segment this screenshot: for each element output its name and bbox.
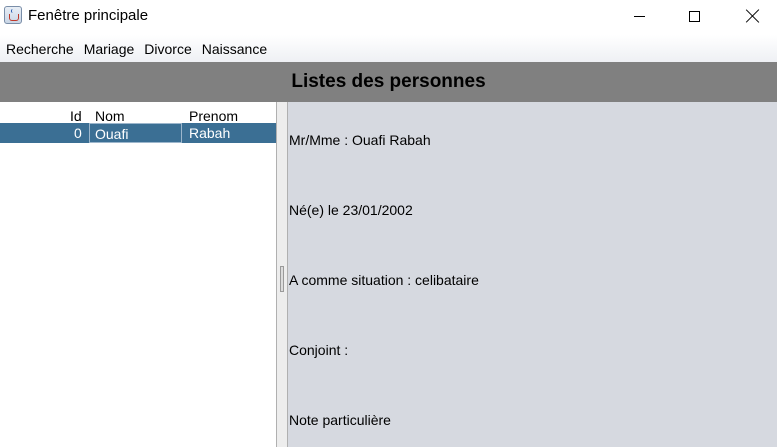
window-title: Fenêtre principale <box>28 7 149 24</box>
menu-divorce[interactable]: Divorce <box>139 36 196 62</box>
cell-prenom[interactable]: Rabah <box>189 125 230 141</box>
column-header-nom[interactable]: Nom <box>95 108 125 124</box>
page-title: Listes des personnes <box>291 71 486 92</box>
split-pane-divider[interactable] <box>276 102 288 447</box>
close-icon <box>746 9 760 23</box>
birth-date-label: Né(e) le 23/01/2002 <box>289 202 413 218</box>
title-bar: Fenêtre principale <box>0 0 777 32</box>
minimize-icon <box>633 15 645 17</box>
minimize-button[interactable] <box>610 0 668 32</box>
cell-nom[interactable]: Ouafi <box>89 123 182 143</box>
table-header: Id Nom Prenom <box>0 104 276 124</box>
maximize-icon <box>688 10 700 22</box>
close-button[interactable] <box>724 0 777 32</box>
table-row-selected[interactable]: 0 Ouafi Rabah <box>0 123 276 143</box>
header-banner: Listes des personnes <box>0 62 777 102</box>
note-label: Note particulière <box>289 412 391 428</box>
spouse-label: Conjoint : <box>289 342 349 358</box>
menu-naissance[interactable]: Naissance <box>197 36 272 62</box>
column-header-prenom[interactable]: Prenom <box>189 108 238 124</box>
person-details-panel: Mr/Mme : Ouafi Rabah Né(e) le 23/01/2002… <box>288 102 777 447</box>
menu-bar: Recherche Mariage Divorce Naissance <box>0 35 777 62</box>
java-cup-icon <box>4 6 22 24</box>
person-name-label: Mr/Mme : Ouafi Rabah <box>289 132 431 148</box>
situation-label: A comme situation : celibataire <box>289 272 479 288</box>
maximize-button[interactable] <box>665 0 723 32</box>
column-header-id[interactable]: Id <box>70 108 82 124</box>
menu-recherche[interactable]: Recherche <box>1 36 79 62</box>
persons-table: Id Nom Prenom 0 Ouafi Rabah <box>0 102 276 447</box>
menu-mariage[interactable]: Mariage <box>79 36 140 62</box>
divider-grip-icon[interactable] <box>280 266 284 292</box>
cell-id[interactable]: 0 <box>74 125 82 141</box>
